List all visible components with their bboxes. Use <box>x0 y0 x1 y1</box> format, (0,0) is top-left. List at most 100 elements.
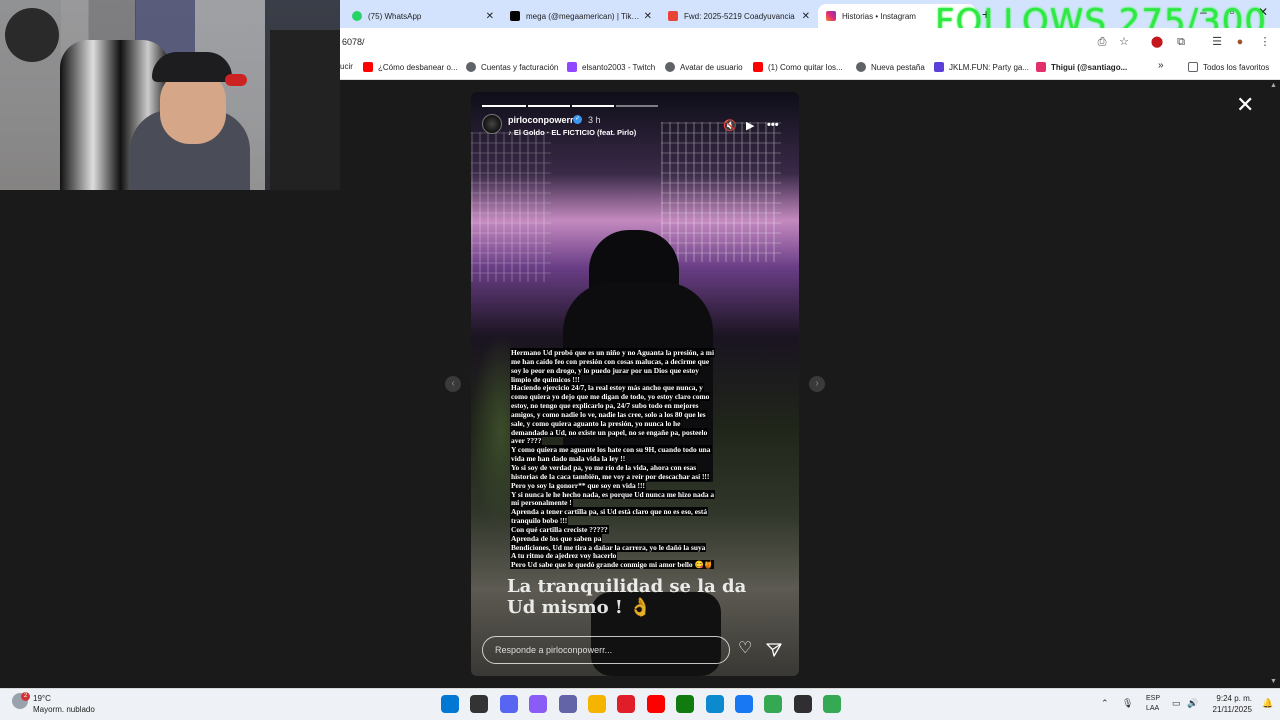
jklm-icon <box>934 62 944 72</box>
caption-line: Yo si soy de verdad pa, yo me río de la … <box>510 462 698 472</box>
webcam-overlay <box>0 0 340 190</box>
chrome-alt-icon[interactable] <box>823 695 841 713</box>
tiktok-icon <box>510 11 520 21</box>
caption-line: estoy, no tengo que explicarlo pa, 24/7 … <box>510 401 700 411</box>
clock-time[interactable]: 9:24 p. m. <box>1210 694 1252 703</box>
tab-label: Fwd: 2025-5219 Coadyuvancia <box>684 11 795 21</box>
url-text[interactable]: 6078/ <box>342 37 365 47</box>
whatsapp-icon <box>352 11 362 21</box>
bookmark-item[interactable]: Nueva pestaña <box>856 62 925 72</box>
discord-icon[interactable] <box>500 695 518 713</box>
tab-gmail[interactable]: Fwd: 2025-5219 Coadyuvancia ✕ <box>660 4 818 28</box>
copilot-icon[interactable] <box>529 695 547 713</box>
bookmark-label: ucir <box>340 62 353 71</box>
bookmark-label: elsanto2003 - Twitch <box>582 62 656 72</box>
tab-whatsapp[interactable]: (75) WhatsApp ✕ <box>344 4 502 28</box>
bookmark-label: Cuentas y facturación <box>481 62 559 72</box>
bookmark-item[interactable]: ¿Cómo desbanear o... <box>363 62 458 72</box>
caption-line: como quiera yo dejo que me digan de todo… <box>510 392 711 402</box>
tab-label: (75) WhatsApp <box>368 11 422 21</box>
caption-line: me han caído feo con presión con cosas m… <box>510 356 711 366</box>
story-username[interactable]: pirloconpowerr <box>508 115 574 125</box>
close-icon[interactable]: ✕ <box>644 11 652 22</box>
edge-icon[interactable] <box>706 695 724 713</box>
bookmark-item[interactable]: JKLM.FUN: Party ga... <box>934 62 1029 72</box>
bookmark-item[interactable]: (1) Como quitar los... <box>753 62 843 72</box>
bookmark-item[interactable]: ucir <box>340 62 353 71</box>
tray-overflow-icon[interactable]: ⌃ <box>1101 698 1109 709</box>
install-app-icon[interactable]: ⎙ <box>1095 35 1109 49</box>
address-bar: 6078/ ⎙ ☆ ⬤ ⧉ ☰ ● ⋮ <box>340 28 1280 56</box>
notifications-icon[interactable]: 🔔 <box>1262 698 1273 709</box>
task-view-icon[interactable] <box>470 695 488 713</box>
volume-icon[interactable]: 🔊 <box>1187 698 1198 709</box>
caption-line: limpio de químicos !!! <box>510 374 581 384</box>
gallery-icon[interactable] <box>676 695 694 713</box>
caption-line: Aprenda a tener cartilla pa, si Ud está … <box>510 507 709 517</box>
close-story-icon[interactable]: ✕ <box>1236 94 1254 116</box>
clock-date[interactable]: 21/11/2025 <box>1206 705 1252 714</box>
profile-avatar-icon[interactable]: ● <box>1233 35 1247 49</box>
bookmark-item[interactable]: Thigui (@santiago... <box>1036 62 1127 72</box>
obs-icon[interactable] <box>794 695 812 713</box>
chrome-icon[interactable] <box>764 695 782 713</box>
tab-tiktok[interactable]: mega (@megaamerican) | TikTok ✕ <box>502 4 660 28</box>
folder-icon <box>1188 62 1198 72</box>
opera-icon[interactable] <box>617 695 635 713</box>
bookmark-item[interactable]: Cuentas y facturación <box>466 62 558 72</box>
bookmark-label: Nueva pestaña <box>871 62 925 72</box>
windows-start-icon[interactable] <box>441 695 459 713</box>
caption-line: Haciendo ejercicio 24/7, la real estoy m… <box>510 383 704 393</box>
caption-line: Aprenda de los que saben pa <box>510 533 603 543</box>
input-language[interactable]: ESP <box>1146 695 1160 702</box>
reply-input[interactable]: Responde a pirloconpowerr... <box>482 636 730 664</box>
input-layout[interactable]: LAA <box>1146 705 1159 712</box>
scroll-up-arrow[interactable]: ▲ <box>1270 82 1277 89</box>
youtube-icon[interactable] <box>647 695 665 713</box>
youtube-icon <box>753 62 763 72</box>
avatar[interactable] <box>482 114 502 134</box>
play-icon[interactable]: ▶ <box>746 119 754 132</box>
weather-description[interactable]: Mayorm. nublado <box>33 705 95 714</box>
mute-icon[interactable]: 🔇 <box>723 119 737 132</box>
microphone-icon[interactable]: 🎙 <box>1122 698 1133 709</box>
caption-line: aver ???? <box>510 436 543 446</box>
bookmarks-overflow-button[interactable]: » <box>1158 60 1164 71</box>
building-background <box>471 132 551 282</box>
facebook-icon[interactable] <box>735 695 753 713</box>
caption-line: mi personalmente ! <box>510 498 573 508</box>
bookmark-item[interactable]: Avatar de usuario <box>665 62 743 72</box>
close-icon[interactable]: ✕ <box>802 11 810 22</box>
all-bookmarks-button[interactable]: Todos los favoritos <box>1188 62 1269 72</box>
story-big-text: La tranquilidad se la da Ud mismo ! 👌 <box>507 576 747 618</box>
story-song[interactable]: ♪ El Goldo · EL FICTICIO (feat. Pirlo) <box>508 128 636 137</box>
scroll-down-arrow[interactable]: ▼ <box>1270 678 1277 685</box>
menu-dots-icon[interactable]: ⋮ <box>1258 35 1272 49</box>
caption-line: sale, y como quiera aguanto la presión, … <box>510 418 682 428</box>
file-explorer-icon[interactable] <box>588 695 606 713</box>
bookmark-star-icon[interactable]: ☆ <box>1117 35 1131 49</box>
heart-icon[interactable]: ♡ <box>738 641 752 657</box>
verified-badge-icon: ✓ <box>573 115 582 124</box>
bookmark-label: Avatar de usuario <box>680 62 743 72</box>
next-story-button[interactable]: › <box>809 376 825 392</box>
send-icon[interactable] <box>766 643 782 657</box>
bookmark-item[interactable]: elsanto2003 - Twitch <box>567 62 655 72</box>
teams-icon[interactable] <box>559 695 577 713</box>
globe-icon <box>665 62 675 72</box>
story-time: 3 h <box>588 115 601 125</box>
youtube-icon <box>363 62 373 72</box>
bookmark-label: JKLM.FUN: Party ga... <box>949 62 1030 72</box>
gmail-icon <box>668 11 678 21</box>
globe-icon <box>466 62 476 72</box>
extensions-icon[interactable]: ⧉ <box>1174 35 1188 49</box>
caption-line: Bendiciones, Ud me tira a dañar la carre… <box>510 542 707 552</box>
network-icon[interactable]: ▭ <box>1172 698 1181 709</box>
caption-line: Pero Ud sabe que le quedó grande conmigo… <box>510 560 714 570</box>
close-icon[interactable]: ✕ <box>486 11 494 22</box>
opera-extension-icon[interactable]: ⬤ <box>1150 35 1164 49</box>
previous-story-button[interactable]: ‹ <box>445 376 461 392</box>
more-options-icon[interactable]: ••• <box>767 119 779 131</box>
tab-search-icon[interactable]: ☰ <box>1210 35 1224 49</box>
weather-temperature[interactable]: 19°C <box>33 694 51 703</box>
